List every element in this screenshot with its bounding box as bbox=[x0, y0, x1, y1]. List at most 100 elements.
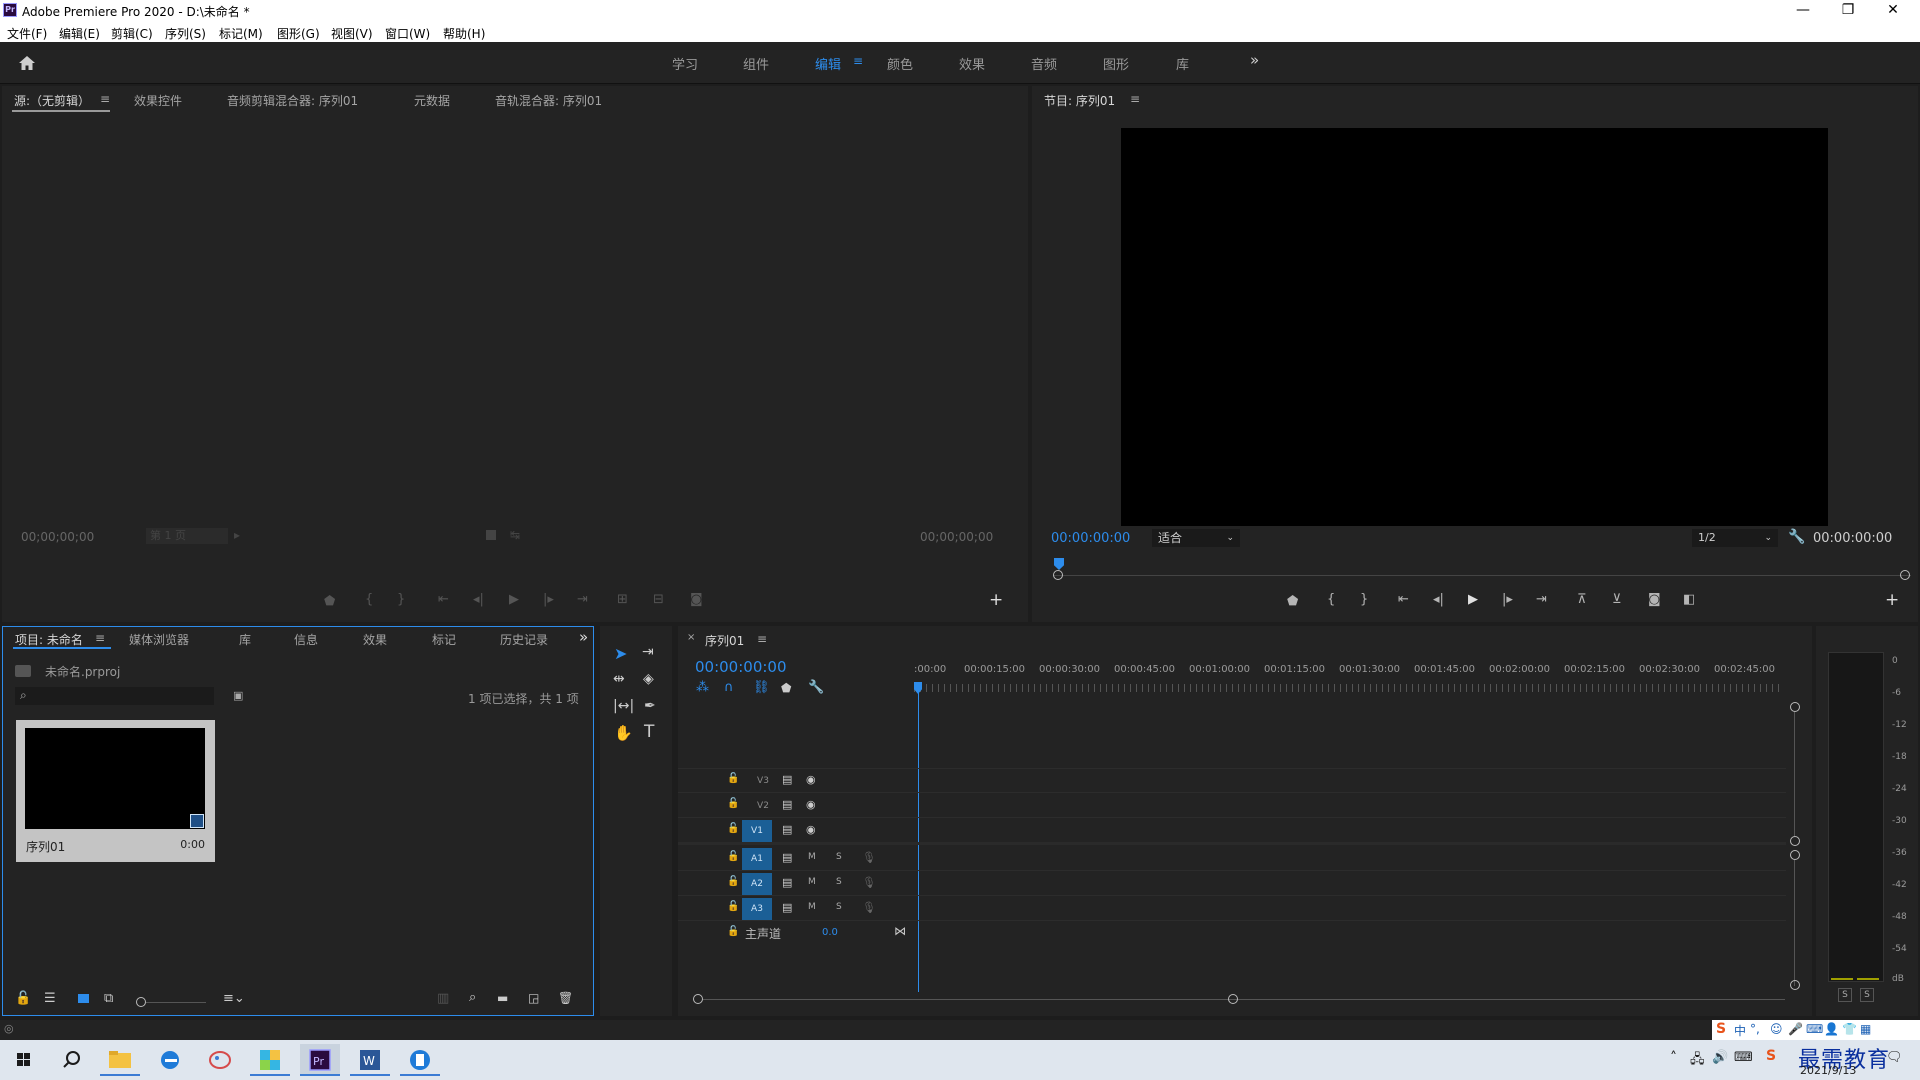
program-zoom-handle-right[interactable] bbox=[1900, 570, 1910, 580]
tab-markers[interactable]: 标记 bbox=[432, 631, 456, 648]
video-scroll-handle-bottom[interactable] bbox=[1790, 836, 1800, 846]
workspace-tab-graphics[interactable]: 图形 bbox=[1103, 54, 1129, 73]
ime-emoji-icon[interactable]: ☺ bbox=[1770, 1022, 1783, 1036]
menu-file[interactable]: 文件(F) bbox=[7, 25, 47, 42]
menu-graphics[interactable]: 图形(G) bbox=[277, 25, 320, 42]
meter-solo-right-button[interactable]: S bbox=[1860, 988, 1874, 1002]
track-label-v3[interactable]: V3 bbox=[748, 770, 778, 792]
tab-history[interactable]: 历史记录 bbox=[500, 631, 548, 648]
track-row-a1[interactable]: 🔓 A1 ▤ M S 🎙 bbox=[678, 847, 1786, 871]
list-view-icon[interactable]: ☰ bbox=[44, 991, 56, 1006]
new-search-bin-icon[interactable]: ▣ bbox=[233, 689, 243, 702]
restore-button[interactable]: ❐ bbox=[1825, 0, 1871, 22]
timeline-menu-icon[interactable]: ≡ bbox=[757, 632, 767, 646]
eye-icon[interactable]: ◉ bbox=[806, 823, 816, 836]
zoom-slider-track[interactable] bbox=[146, 1002, 206, 1003]
workspace-tab-audio[interactable]: 音频 bbox=[1031, 54, 1057, 73]
home-icon[interactable] bbox=[18, 54, 36, 72]
project-search-input[interactable]: ⌕ bbox=[15, 687, 214, 705]
track-label-a1[interactable]: A1 bbox=[742, 848, 772, 870]
close-timeline-icon[interactable]: × bbox=[687, 632, 695, 643]
ripple-edit-tool-icon[interactable]: ⇹ bbox=[613, 671, 625, 687]
program-settings-wrench-icon[interactable]: 🔧 bbox=[1788, 529, 1805, 545]
slip-tool-icon[interactable]: |↔| bbox=[613, 698, 634, 714]
file-explorer-icon[interactable] bbox=[100, 1044, 140, 1076]
toggle-sync-lock-icon[interactable]: ▤ bbox=[782, 876, 792, 889]
find-icon[interactable]: ⌕ bbox=[469, 990, 476, 1005]
workspace-tab-learn[interactable]: 学习 bbox=[672, 54, 698, 73]
go-to-end-icon[interactable]: ⋈ bbox=[894, 924, 906, 938]
track-lock-icon[interactable]: 🔓 bbox=[727, 823, 739, 834]
freeform-view-icon[interactable]: ⧉ bbox=[104, 991, 113, 1006]
linked-selection-icon[interactable]: ⛓ bbox=[753, 680, 770, 695]
ime-toolbar[interactable]: S 中 °, ☺ 🎤 ⌨ 👤 👕 ▦ bbox=[1712, 1020, 1920, 1040]
type-tool-icon[interactable]: T bbox=[644, 722, 654, 742]
track-lock-icon[interactable]: 🔓 bbox=[727, 851, 739, 862]
track-lock-icon[interactable]: 🔓 bbox=[727, 876, 739, 887]
track-select-tool-icon[interactable]: ⇥ bbox=[642, 644, 654, 660]
track-lock-icon[interactable]: 🔓 bbox=[727, 926, 739, 937]
solo-button[interactable]: S bbox=[836, 902, 842, 912]
track-lock-icon[interactable]: 🔓 bbox=[727, 773, 739, 784]
paint-app-icon[interactable] bbox=[200, 1044, 240, 1076]
menu-clip[interactable]: 剪辑(C) bbox=[111, 25, 153, 42]
program-step-forward-icon[interactable]: |▸ bbox=[1502, 592, 1513, 607]
track-row-v1[interactable]: 🔓 V1 ▤ ◉ bbox=[678, 819, 1786, 843]
project-item-sequence[interactable]: 序列01 0:00 bbox=[16, 720, 215, 862]
pen-tool-icon[interactable]: ✒ bbox=[644, 698, 656, 714]
audio-scrollbar[interactable] bbox=[1794, 860, 1795, 986]
tab-effect-controls[interactable]: 效果控件 bbox=[134, 92, 182, 109]
program-lift-icon[interactable]: ⊼ bbox=[1577, 592, 1587, 607]
program-go-to-in-icon[interactable]: ⇤ bbox=[1398, 592, 1409, 607]
ime-voice-icon[interactable]: 🎤 bbox=[1788, 1022, 1803, 1036]
workspace-tab-color[interactable]: 颜色 bbox=[887, 54, 913, 73]
tab-source-menu-icon[interactable]: ≡ bbox=[100, 92, 110, 106]
sogou-tray-icon[interactable]: S bbox=[1766, 1048, 1776, 1064]
tab-source[interactable]: 源:（无剪辑） bbox=[14, 92, 90, 109]
program-go-to-out-icon[interactable]: ⇥ bbox=[1536, 592, 1547, 607]
voice-over-mic-icon[interactable]: 🎙 bbox=[862, 901, 876, 914]
track-row-a2[interactable]: 🔓 A2 ▤ M S 🎙 bbox=[678, 872, 1786, 896]
eye-icon[interactable]: ◉ bbox=[806, 773, 816, 786]
program-play-icon[interactable]: ▶ bbox=[1468, 592, 1478, 607]
timeline-timecode[interactable]: 00:00:00:00 bbox=[695, 658, 787, 676]
program-step-back-icon[interactable]: ◂| bbox=[1433, 592, 1444, 607]
new-item-icon[interactable]: ◲ bbox=[528, 991, 539, 1005]
volume-icon[interactable]: 🔊 bbox=[1712, 1050, 1728, 1065]
workspace-more-button[interactable]: » bbox=[1250, 51, 1259, 69]
program-mark-in-icon[interactable]: { bbox=[1327, 592, 1335, 607]
lock-icon[interactable]: 🔓 bbox=[15, 991, 31, 1006]
workspace-menu-icon[interactable]: ≡ bbox=[853, 54, 863, 68]
timeline-horizontal-scrollbar[interactable] bbox=[703, 999, 1785, 1000]
meter-solo-left-button[interactable]: S bbox=[1838, 988, 1852, 1002]
timeline-zoom-handle-left[interactable] bbox=[693, 994, 703, 1004]
zoom-slider-handle[interactable] bbox=[136, 997, 146, 1007]
program-playhead-icon[interactable] bbox=[1054, 558, 1064, 570]
program-monitor-viewport[interactable] bbox=[1121, 128, 1828, 526]
workspace-tab-libraries[interactable]: 库 bbox=[1176, 54, 1189, 73]
program-zoom-handle-left[interactable] bbox=[1053, 570, 1063, 580]
solo-button[interactable]: S bbox=[836, 852, 842, 862]
notification-icon[interactable]: 🗨 bbox=[1886, 1050, 1903, 1065]
track-label-a3[interactable]: A3 bbox=[742, 898, 772, 920]
track-row-master[interactable]: 🔓 主声道 0.0 ⋈ bbox=[678, 922, 1786, 946]
program-scrub-track[interactable] bbox=[1053, 575, 1911, 576]
razor-tool-icon[interactable]: ◈ bbox=[643, 671, 654, 687]
track-label-a2[interactable]: A2 bbox=[742, 873, 772, 895]
program-add-button-icon[interactable]: + bbox=[1885, 590, 1899, 610]
voice-over-mic-icon[interactable]: 🎙 bbox=[862, 876, 876, 889]
toggle-sync-lock-icon[interactable]: ▤ bbox=[782, 901, 792, 914]
search-icon[interactable] bbox=[52, 1044, 92, 1076]
toggle-sync-lock-icon[interactable]: ▤ bbox=[782, 823, 792, 836]
edge-browser-icon[interactable] bbox=[150, 1044, 190, 1076]
menu-help[interactable]: 帮助(H) bbox=[443, 25, 485, 42]
menu-window[interactable]: 窗口(W) bbox=[385, 25, 430, 42]
audio-scroll-handle-bottom[interactable] bbox=[1790, 980, 1800, 990]
track-lock-icon[interactable]: 🔓 bbox=[727, 798, 739, 809]
windows-start-icon[interactable] bbox=[4, 1044, 44, 1076]
icon-view-icon[interactable] bbox=[78, 994, 89, 1003]
program-resolution-select[interactable]: 1/2 ⌄ bbox=[1692, 529, 1778, 547]
trash-icon[interactable]: 🗑 bbox=[558, 991, 573, 1005]
toggle-sync-lock-icon[interactable]: ▤ bbox=[782, 798, 792, 811]
mute-button[interactable]: M bbox=[808, 902, 816, 912]
